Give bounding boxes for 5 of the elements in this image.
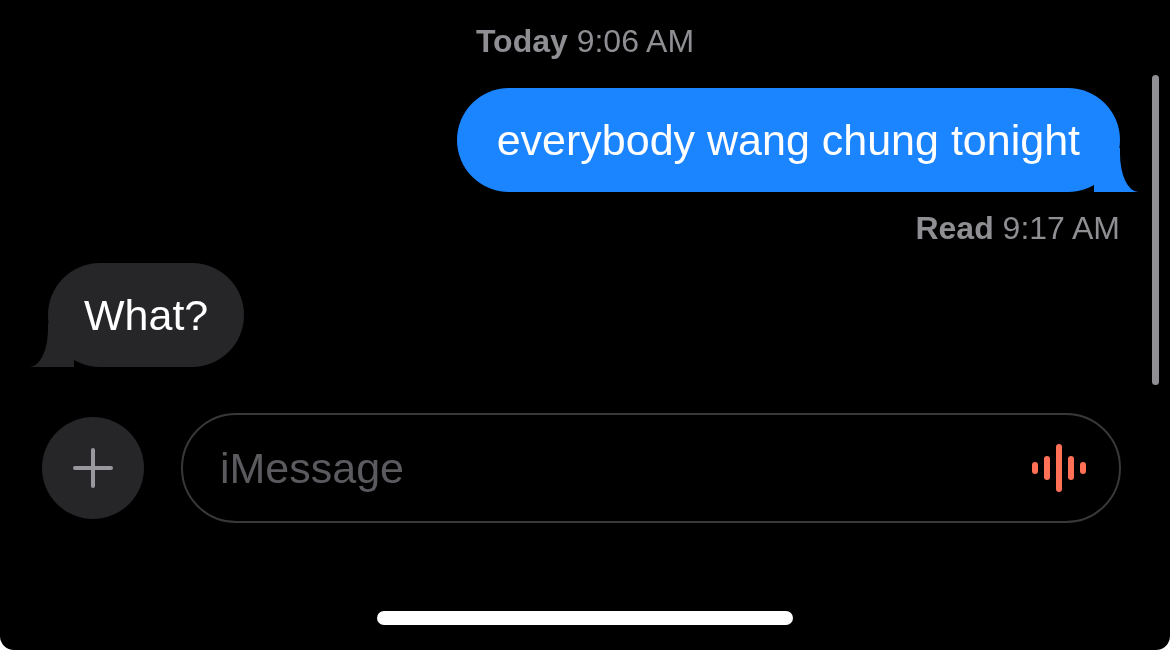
message-input-field[interactable]: iMessage — [181, 413, 1121, 523]
plus-icon[interactable] — [73, 448, 113, 488]
waveform-icon[interactable] — [1032, 444, 1086, 492]
read-receipt: Read 9:17 AM — [915, 211, 1120, 245]
timestamp: Today 9:06 AM — [475, 24, 695, 58]
